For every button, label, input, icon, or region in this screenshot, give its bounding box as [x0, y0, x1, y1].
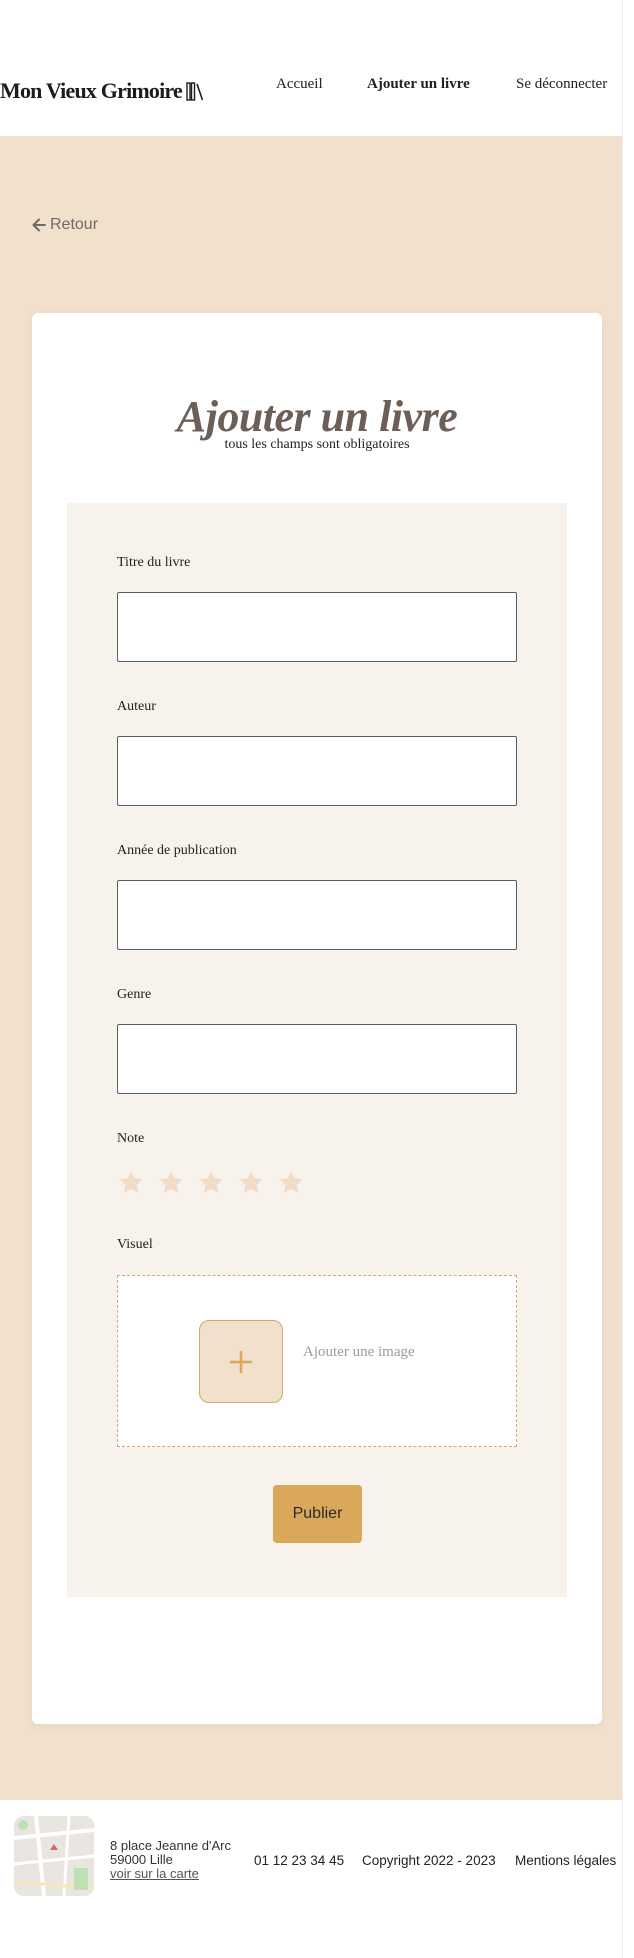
page: Mon Vieux Grimoire Accueil Ajouter un li…	[0, 0, 634, 1958]
publish-button[interactable]: Publier	[273, 1485, 362, 1543]
map-link[interactable]: voir sur la carte	[110, 1867, 231, 1881]
genre-label: Genre	[117, 987, 152, 1002]
site-footer: 8 place Jeanne d'Arc 59000 Lille voir su…	[0, 1800, 622, 1910]
star-icon-4[interactable]	[237, 1166, 277, 1198]
page-subtitle: tous les champs sont obligatoires	[224, 437, 410, 452]
address-line-2: 59000 Lille	[110, 1852, 173, 1867]
add-book-form: Titre du livre Auteur Année de publicati…	[67, 503, 567, 1597]
nav-home[interactable]: Accueil	[276, 76, 323, 93]
nav-logout[interactable]: Se déconnecter	[516, 76, 607, 93]
back-label: Retour	[50, 216, 99, 233]
plus-icon	[229, 1350, 253, 1373]
add-image-text: Ajouter une image	[303, 1344, 415, 1360]
image-dropzone[interactable]: Ajouter une image	[117, 1275, 517, 1447]
page-title: Ajouter un livre	[176, 392, 458, 441]
year-label: Année de publication	[117, 843, 237, 858]
nav-add-book[interactable]: Ajouter un livre	[367, 76, 470, 93]
star-icon-1[interactable]	[117, 1166, 157, 1198]
footer-phone: 01 12 23 34 45	[254, 1853, 345, 1868]
arrow-left-icon	[32, 218, 46, 232]
year-input[interactable]	[117, 880, 517, 950]
site-header: Mon Vieux Grimoire Accueil Ajouter un li…	[0, 48, 622, 136]
add-book-card: Ajouter un livre tous les champs sont ob…	[32, 313, 602, 1724]
star-icon-5[interactable]	[277, 1166, 317, 1198]
address-line-1: 8 place Jeanne d'Arc	[110, 1838, 232, 1853]
scrollbar-track[interactable]	[622, 0, 634, 1958]
star-icon-3[interactable]	[197, 1166, 237, 1198]
main-content: Retour Ajouter un livre tous les champs …	[0, 136, 622, 1800]
title-label: Titre du livre	[117, 555, 191, 570]
back-link[interactable]: Retour	[32, 216, 98, 234]
footer-address: 8 place Jeanne d'Arc 59000 Lille voir su…	[110, 1839, 231, 1881]
title-input[interactable]	[117, 592, 517, 662]
star-icon-2[interactable]	[157, 1166, 197, 1198]
legal-notice-link[interactable]: Mentions légales	[515, 1853, 616, 1868]
author-label: Auteur	[117, 699, 156, 714]
rating-stars	[117, 1166, 317, 1198]
footer-copyright: Copyright 2022 - 2023	[362, 1853, 496, 1868]
author-input[interactable]	[117, 736, 517, 806]
rating-label: Note	[117, 1131, 145, 1146]
map-thumbnail[interactable]	[14, 1816, 94, 1896]
add-image-button[interactable]	[199, 1320, 283, 1403]
image-label: Visuel	[117, 1237, 153, 1252]
main-nav: Accueil Ajouter un livre Se déconnecter	[0, 76, 622, 106]
genre-input[interactable]	[117, 1024, 517, 1094]
